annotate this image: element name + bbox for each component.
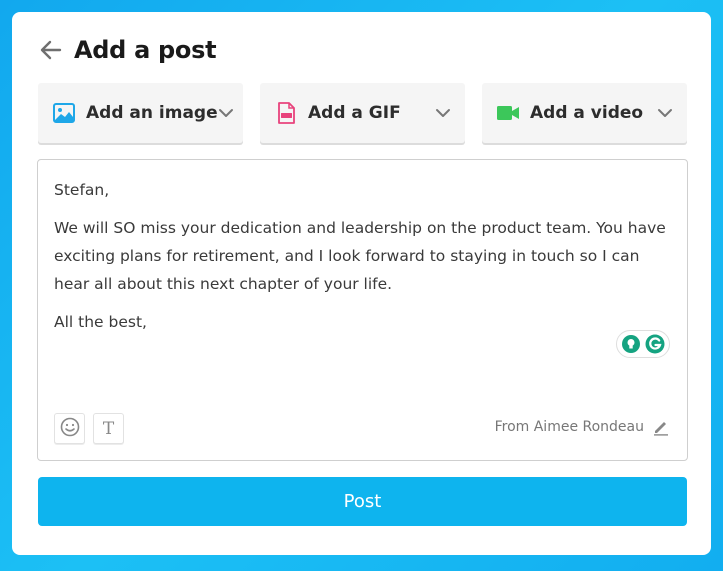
message-editor[interactable]: Stefan, We will SO miss your dedication … xyxy=(37,159,688,461)
add-video-label: Add a video xyxy=(530,103,644,123)
emoji-button[interactable] xyxy=(54,413,85,444)
add-video-button[interactable]: Add a video xyxy=(482,83,687,143)
image-icon xyxy=(52,101,76,125)
back-arrow-icon[interactable] xyxy=(38,37,64,63)
emoji-icon xyxy=(60,417,80,441)
chevron-down-icon xyxy=(435,105,451,121)
grammarly-widget[interactable] xyxy=(616,330,670,358)
author-signature: From Aimee Rondeau xyxy=(495,418,670,436)
lightbulb-icon[interactable] xyxy=(621,334,641,354)
text-format-button[interactable]: T xyxy=(93,413,124,444)
from-text: From Aimee Rondeau xyxy=(494,419,644,435)
add-image-label: Add an image xyxy=(86,103,218,123)
chevron-down-icon xyxy=(657,105,673,121)
gif-file-icon xyxy=(274,101,298,125)
add-post-card: Add a post Add an image Add a GIF Add a … xyxy=(12,12,711,555)
grammarly-icon[interactable] xyxy=(645,334,665,354)
header: Add a post xyxy=(38,36,217,64)
message-greeting: Stefan, xyxy=(54,181,110,199)
add-gif-label: Add a GIF xyxy=(308,103,401,123)
video-camera-icon xyxy=(496,101,520,125)
text-format-icon: T xyxy=(102,418,115,439)
add-image-button[interactable]: Add an image xyxy=(38,83,243,143)
media-options: Add an image Add a GIF Add a video xyxy=(38,83,687,143)
chevron-down-icon xyxy=(218,105,234,121)
editor-toolbar: T xyxy=(54,413,124,444)
message-text[interactable]: Stefan, We will SO miss your dedication … xyxy=(54,176,674,346)
page-title: Add a post xyxy=(74,36,217,64)
message-body: We will SO miss your dedication and lead… xyxy=(54,219,666,293)
add-gif-button[interactable]: Add a GIF xyxy=(260,83,465,143)
message-signoff: All the best, xyxy=(54,313,147,331)
post-button[interactable]: Post xyxy=(38,477,687,526)
pencil-icon[interactable] xyxy=(652,418,670,436)
